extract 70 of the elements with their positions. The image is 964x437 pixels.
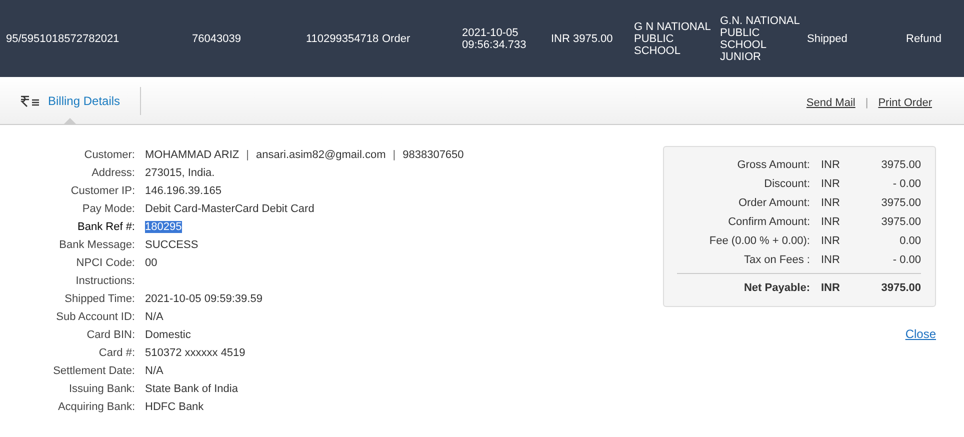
field-label: Sub Account ID: xyxy=(55,311,136,323)
order-cell: Shipped xyxy=(807,32,848,44)
field-value: Debit Card-MasterCard Debit Card xyxy=(145,203,314,215)
field-label: Settlement Date: xyxy=(52,365,136,377)
field-value: 146.196.39.165 xyxy=(145,185,222,197)
field-label: Pay Mode: xyxy=(81,203,136,215)
field-label: Instructions: xyxy=(74,275,136,287)
field-value: 180295 xyxy=(145,221,182,233)
field-label: Bank Ref #: xyxy=(76,221,136,233)
field-value: N/A xyxy=(145,311,164,323)
order-cell: 110299354718 xyxy=(306,32,379,44)
field-label: Card #: xyxy=(98,347,136,359)
currency-text: INR xyxy=(821,254,841,266)
amount-value: 3975.00 xyxy=(880,158,921,170)
separator-text: | xyxy=(392,149,396,161)
field-label: Card BIN: xyxy=(86,329,136,341)
separator-text: | xyxy=(246,149,249,161)
field-value: State Bank of India xyxy=(145,383,238,395)
action-link[interactable]: Send Mail xyxy=(806,96,856,108)
currency-text: INR xyxy=(821,216,841,228)
field-label: Bank Message: xyxy=(58,239,136,251)
currency-text: INR xyxy=(821,178,841,190)
amount-value: 3975.00 xyxy=(880,282,921,294)
order-cell: 95/5951018572782021 xyxy=(6,32,120,44)
field-label: Acquiring Bank: xyxy=(56,401,136,413)
amount-value: - 0.00 xyxy=(892,178,921,190)
amount-value: - 0.00 xyxy=(892,254,921,266)
amount-value: 3975.00 xyxy=(880,196,921,208)
field-value: Domestic xyxy=(145,329,191,341)
order-cell: 2021-10-05 09:56:34.733 xyxy=(462,26,526,50)
field-value: 510372 xxxxxx 4519 xyxy=(145,347,246,359)
field-label: NPCI Code: xyxy=(75,257,136,269)
action-link[interactable]: Print Order xyxy=(878,96,932,108)
field-value: N/A xyxy=(145,365,164,377)
rupee-list-icon xyxy=(20,94,40,106)
field-label: Issuing Bank: xyxy=(68,383,136,395)
currency-text: INR xyxy=(821,282,841,294)
separator-text: | xyxy=(865,96,868,108)
currency-text: INR xyxy=(821,196,841,208)
amount-label: Fee (0.00 % + 0.00): xyxy=(708,234,811,246)
order-cell: G.N. NATIONAL PUBLIC SCHOOL JUNIOR xyxy=(720,14,800,62)
field-label: Shipped Time: xyxy=(64,293,136,305)
field-value: ansari.asim82@gmail.com xyxy=(256,149,386,161)
field-value: HDFC Bank xyxy=(145,401,204,413)
amount-label: Confirm Amount: xyxy=(727,216,811,228)
order-cell: Refund xyxy=(906,32,942,44)
amount-value: 0.00 xyxy=(898,234,921,246)
order-cell: INR 3975.00 xyxy=(551,32,613,44)
field-label: Customer IP: xyxy=(70,185,136,197)
field-value: MOHAMMAD ARIZ xyxy=(145,149,240,161)
field-value: 273015, India. xyxy=(145,167,215,179)
order-cell: Order xyxy=(382,32,410,44)
currency-text: INR xyxy=(821,158,841,170)
amount-label: Gross Amount: xyxy=(736,158,811,170)
order-cell: 76043039 xyxy=(192,32,241,44)
billing-details-tab[interactable]: Billing Details xyxy=(0,77,140,124)
amount-value: 3975.00 xyxy=(880,216,921,228)
amount-label: Tax on Fees : xyxy=(742,254,811,266)
field-value: 9838307650 xyxy=(402,149,464,161)
amount-label: Net Payable: xyxy=(742,282,811,294)
order-cell: G N NATIONAL PUBLIC SCHOOL xyxy=(634,20,710,56)
amount-label: Discount: xyxy=(763,178,811,190)
field-label: Customer: xyxy=(83,149,136,161)
field-value: 2021-10-05 09:59:39.59 xyxy=(145,293,262,305)
amount-label: Order Amount: xyxy=(737,196,811,208)
close-link[interactable]: Close xyxy=(905,327,936,341)
currency-text: INR xyxy=(821,234,841,246)
field-value: SUCCESS xyxy=(145,239,198,251)
field-label: Address: xyxy=(90,167,136,179)
field-value: 00 xyxy=(145,257,158,269)
